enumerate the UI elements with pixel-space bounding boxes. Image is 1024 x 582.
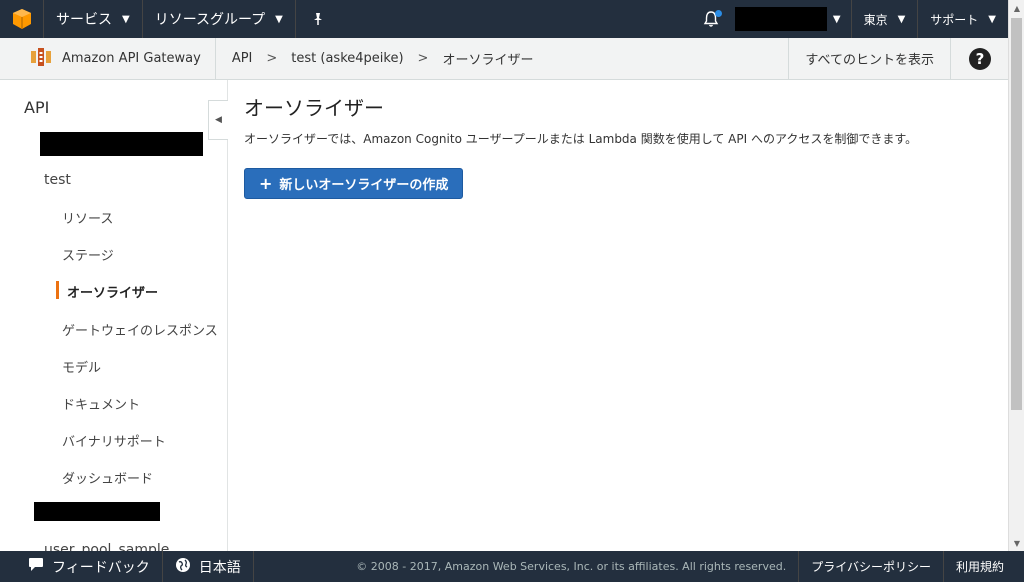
show-all-hints-button[interactable]: すべてのヒントを表示 — [788, 37, 950, 80]
scroll-down-arrow-icon[interactable]: ▼ — [1009, 535, 1024, 551]
page-description: オーソライザーでは、Amazon Cognito ユーザープールまたは Lamb… — [244, 132, 918, 146]
redacted-api-name — [34, 502, 160, 521]
account-menu[interactable]: ▼ — [731, 0, 852, 38]
scrollbar-thumb[interactable] — [1011, 18, 1022, 410]
sidebar-item-user-pool-sample[interactable]: user_pool_sample — [44, 542, 169, 551]
page-title: オーソライザー — [244, 96, 384, 120]
service-home-link[interactable]: Amazon API Gateway — [0, 37, 216, 80]
globe-icon — [175, 557, 191, 577]
region-label: 東京 — [863, 12, 888, 27]
chevron-down-icon: ▼ — [897, 13, 906, 25]
breadcrumb-separator-icon: > — [417, 51, 429, 66]
region-menu[interactable]: 東京 ▼ — [852, 0, 919, 38]
chevron-down-icon: ▼ — [275, 13, 283, 25]
plus-icon: + — [259, 174, 273, 193]
chevron-down-icon: ▼ — [988, 13, 996, 25]
notifications-bell-icon[interactable] — [691, 0, 731, 38]
sidebar: API test リソース ステージ オーソライザー ゲートウェイのレスポンス … — [0, 80, 228, 551]
sidebar-item-gateway-responses[interactable]: ゲートウェイのレスポンス — [62, 320, 218, 339]
breadcrumb-api-link[interactable]: API — [232, 51, 253, 66]
feedback-button[interactable]: フィードバック — [0, 551, 163, 582]
feedback-label: フィードバック — [52, 559, 150, 576]
aws-logo-icon[interactable] — [0, 0, 44, 38]
active-indicator — [56, 281, 59, 299]
create-authorizer-button[interactable]: + 新しいオーソライザーの作成 — [244, 168, 464, 199]
sidebar-item-documentation[interactable]: ドキュメント — [62, 394, 140, 413]
resource-groups-menu[interactable]: リソースグループ ▼ — [143, 0, 296, 38]
support-menu[interactable]: サポート ▼ — [918, 0, 1008, 38]
chevron-left-icon: ◀ — [215, 115, 222, 125]
help-icon[interactable]: ? — [950, 37, 1008, 80]
sidebar-item-dashboard[interactable]: ダッシュボード — [62, 468, 153, 487]
sidebar-item-stages[interactable]: ステージ — [62, 245, 114, 264]
sidebar-title[interactable]: API — [24, 98, 49, 117]
pin-icon[interactable] — [296, 0, 340, 38]
support-label: サポート — [930, 12, 979, 27]
speech-bubble-icon — [28, 557, 44, 576]
vertical-scrollbar[interactable]: ▲ ▼ — [1008, 0, 1024, 551]
sidebar-item-binary-support[interactable]: バイナリサポート — [62, 431, 166, 450]
terms-of-use-link[interactable]: 利用規約 — [942, 551, 1024, 582]
breadcrumb-current-page: オーソライザー — [442, 53, 534, 68]
collapse-sidebar-button[interactable]: ◀ — [208, 100, 228, 140]
help-glyph: ? — [975, 50, 984, 68]
services-menu[interactable]: サービス ▼ — [44, 0, 143, 38]
resource-groups-label: リソースグループ — [154, 12, 266, 28]
sidebar-item-authorizers[interactable]: オーソライザー — [67, 282, 158, 301]
breadcrumb: API > test (aske4peike) > オーソライザー — [216, 49, 548, 68]
top-navigation: サービス ▼ リソースグループ ▼ ▼ 東京 ▼ サポート ▼ — [0, 0, 1008, 38]
chevron-down-icon: ▼ — [122, 13, 130, 25]
redacted-api-name — [40, 132, 203, 156]
language-label: 日本語 — [198, 559, 241, 576]
hints-label: すべてのヒントを表示 — [805, 53, 934, 68]
breadcrumb-separator-icon: > — [266, 51, 278, 66]
sidebar-item-resources[interactable]: リソース — [62, 208, 113, 227]
redacted-account-name — [734, 7, 827, 31]
scroll-up-arrow-icon[interactable]: ▲ — [1009, 0, 1024, 16]
breadcrumb-api-name-link[interactable]: test (aske4peike) — [291, 51, 403, 66]
language-selector[interactable]: 日本語 — [163, 551, 254, 582]
api-gateway-icon — [30, 46, 52, 72]
service-name: Amazon API Gateway — [62, 51, 201, 66]
privacy-policy-link[interactable]: プライバシーポリシー — [798, 551, 943, 582]
copyright-text: © 2008 - 2017, Amazon Web Services, Inc.… — [356, 560, 787, 573]
service-header: Amazon API Gateway API > test (aske4peik… — [0, 37, 1008, 80]
notification-dot — [714, 10, 722, 17]
create-authorizer-label: 新しいオーソライザーの作成 — [279, 178, 449, 193]
sidebar-item-models[interactable]: モデル — [62, 357, 101, 376]
services-label: サービス — [56, 12, 112, 28]
footer: フィードバック 日本語 © 2008 - 2017, Amazon Web Se… — [0, 551, 1024, 582]
chevron-down-icon: ▼ — [832, 13, 841, 25]
sidebar-item-test[interactable]: test — [44, 172, 71, 188]
